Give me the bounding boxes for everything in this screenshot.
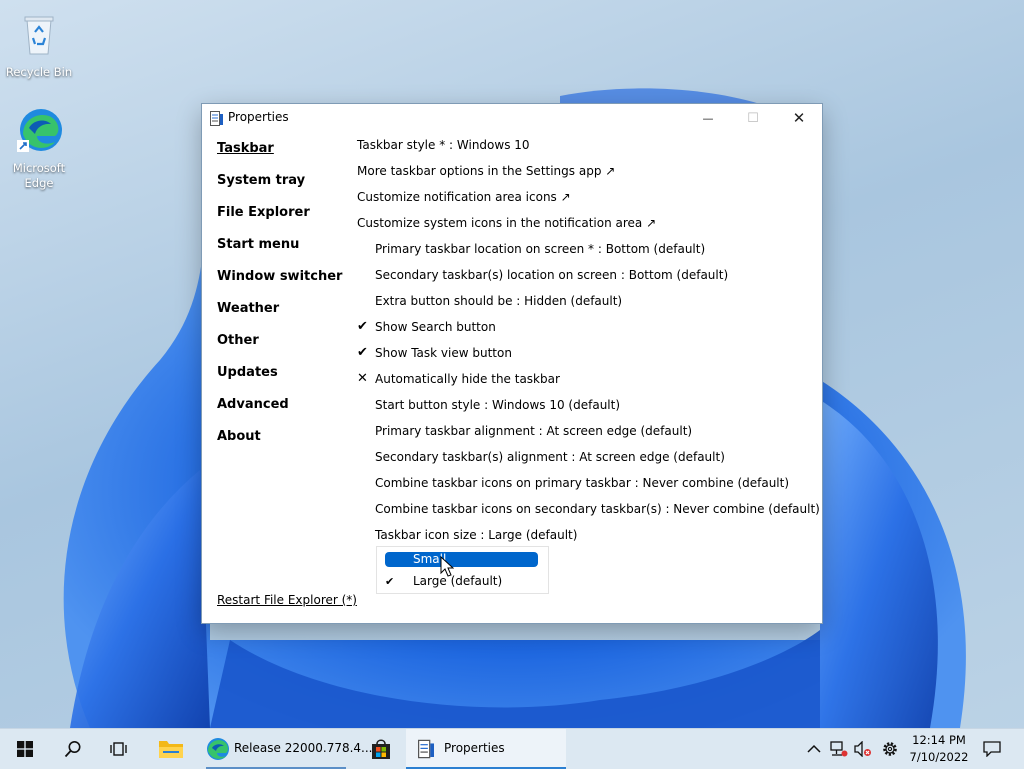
edge-icon: [207, 738, 229, 760]
checkmark-icon: ✔: [357, 319, 368, 334]
chevron-up-icon: [807, 744, 821, 753]
nav-window-switcher[interactable]: Window switcher: [217, 267, 347, 299]
checkmark-icon: ✔: [385, 575, 395, 588]
option-show-search[interactable]: ✔ Show Search button: [357, 317, 817, 343]
clock[interactable]: 12:14 PM 7/10/2022: [906, 729, 972, 769]
settings-button[interactable]: [878, 729, 902, 769]
search-button[interactable]: [56, 729, 90, 769]
recycle-bin-icon: [24, 16, 54, 55]
option-label: Taskbar style * : Windows 10: [357, 138, 530, 152]
taskbar-app-properties[interactable]: Properties: [406, 729, 566, 769]
maximize-button[interactable]: ☐: [730, 104, 776, 132]
task-view-button[interactable]: [102, 729, 136, 769]
nav-file-explorer[interactable]: File Explorer: [217, 203, 347, 235]
recycle-bin-label: Recycle Bin: [5, 65, 73, 79]
show-hidden-icons-button[interactable]: [804, 729, 824, 769]
option-settings-app-link[interactable]: More taskbar options in the Settings app…: [357, 161, 817, 187]
maximize-icon: ☐: [747, 110, 759, 126]
taskbar-options-list: Taskbar style * : Windows 10 More taskba…: [357, 135, 820, 551]
option-label: Extra button should be : Hidden (default…: [375, 294, 623, 308]
edge-label: Microsoft Edge: [12, 161, 66, 190]
window-title: Properties: [228, 110, 289, 124]
icon-size-dropdown: Small ✔ Large (default): [376, 546, 549, 594]
nav-advanced[interactable]: Advanced: [217, 395, 347, 427]
option-label: Customize notification area icons ↗: [357, 190, 571, 204]
option-auto-hide[interactable]: ✕ Automatically hide the taskbar: [357, 369, 817, 395]
nav-taskbar[interactable]: Taskbar: [217, 139, 347, 171]
option-label: Primary taskbar alignment : At screen ed…: [375, 424, 693, 438]
option-label: Start button style : Windows 10 (default…: [375, 398, 621, 412]
option-taskbar-style[interactable]: Taskbar style * : Windows 10: [357, 135, 817, 161]
edge-shortcut[interactable]: Microsoft Edge: [4, 106, 74, 191]
network-button[interactable]: [828, 729, 850, 769]
volume-button[interactable]: [852, 729, 874, 769]
nav-about[interactable]: About: [217, 427, 347, 459]
taskbar-app-label: Properties: [444, 741, 505, 755]
cross-icon: ✕: [357, 371, 368, 386]
store-button[interactable]: [364, 729, 398, 769]
minimize-button[interactable]: —: [685, 104, 731, 132]
option-start-button-style[interactable]: Start button style : Windows 10 (default…: [357, 395, 817, 421]
taskbar-app-label: Release 22000.778.4...: [234, 741, 373, 755]
option-label: More taskbar options in the Settings app…: [357, 164, 616, 178]
option-label: Show Task view button: [375, 346, 512, 360]
dropdown-item-label: Large (default): [413, 574, 503, 588]
checkmark-icon: ✔: [357, 345, 368, 360]
option-label: Primary taskbar location on screen * : B…: [375, 242, 706, 256]
properties-window: Properties — ☐ ✕ Taskbar System tray Fil…: [202, 104, 822, 623]
option-system-icons-link[interactable]: Customize system icons in the notificati…: [357, 213, 817, 239]
clock-time: 12:14 PM: [912, 733, 966, 747]
start-button[interactable]: [8, 729, 42, 769]
gear-icon: [883, 742, 897, 756]
settings-nav: Taskbar System tray File Explorer Start …: [217, 139, 347, 459]
option-label: Show Search button: [375, 320, 496, 334]
dropdown-item-small[interactable]: Small: [385, 552, 538, 567]
option-combine-primary[interactable]: Combine taskbar icons on primary taskbar…: [357, 473, 817, 499]
clock-date: 7/10/2022: [909, 750, 969, 764]
folder-icon: [159, 741, 183, 758]
task-view-icon: [110, 742, 127, 756]
option-label: Combine taskbar icons on secondary taskb…: [375, 502, 820, 516]
option-label: Automatically hide the taskbar: [375, 372, 560, 386]
close-icon: ✕: [792, 109, 806, 127]
restart-explorer-link[interactable]: Restart File Explorer (*): [217, 593, 357, 607]
option-label: Combine taskbar icons on primary taskbar…: [375, 476, 790, 490]
search-icon: [64, 741, 81, 758]
option-secondary-alignment[interactable]: Secondary taskbar(s) alignment : At scre…: [357, 447, 817, 473]
close-button[interactable]: ✕: [776, 104, 822, 132]
windows-logo-icon: [17, 741, 33, 757]
mouse-cursor-icon: [440, 556, 454, 577]
nav-system-tray[interactable]: System tray: [217, 171, 347, 203]
action-center-icon: [983, 741, 1001, 757]
option-secondary-location[interactable]: Secondary taskbar(s) location on screen …: [357, 265, 817, 291]
properties-app-icon: [210, 111, 223, 126]
taskbar-app-edge[interactable]: Release 22000.778.4...: [200, 729, 373, 769]
nav-start-menu[interactable]: Start menu: [217, 235, 347, 267]
option-primary-alignment[interactable]: Primary taskbar alignment : At screen ed…: [357, 421, 817, 447]
taskbar: Release 22000.778.4... Properties 12:14 …: [0, 728, 1024, 769]
notifications-button[interactable]: [978, 729, 1006, 769]
dropdown-item-large[interactable]: ✔ Large (default): [385, 574, 538, 589]
network-icon: [830, 741, 848, 757]
nav-other[interactable]: Other: [217, 331, 347, 363]
option-extra-button[interactable]: Extra button should be : Hidden (default…: [357, 291, 817, 317]
option-label: Secondary taskbar(s) alignment : At scre…: [375, 450, 725, 464]
file-explorer-button[interactable]: [154, 729, 188, 769]
minimize-icon: —: [702, 111, 714, 125]
edge-icon: [17, 109, 62, 152]
nav-updates[interactable]: Updates: [217, 363, 347, 395]
option-label: Taskbar icon size : Large (default): [375, 528, 578, 542]
option-combine-secondary[interactable]: Combine taskbar icons on secondary taskb…: [357, 499, 820, 525]
option-show-task-view[interactable]: ✔ Show Task view button: [357, 343, 817, 369]
option-label: Secondary taskbar(s) location on screen …: [375, 268, 729, 282]
nav-weather[interactable]: Weather: [217, 299, 347, 331]
store-icon: [372, 739, 390, 759]
properties-app-icon: [418, 739, 434, 759]
option-notification-icons-link[interactable]: Customize notification area icons ↗: [357, 187, 817, 213]
title-bar[interactable]: Properties — ☐ ✕: [202, 104, 822, 132]
option-primary-location[interactable]: Primary taskbar location on screen * : B…: [357, 239, 817, 265]
volume-muted-icon: [854, 741, 871, 757]
recycle-bin-shortcut[interactable]: Recycle Bin: [4, 10, 74, 80]
option-label: Customize system icons in the notificati…: [357, 216, 657, 230]
